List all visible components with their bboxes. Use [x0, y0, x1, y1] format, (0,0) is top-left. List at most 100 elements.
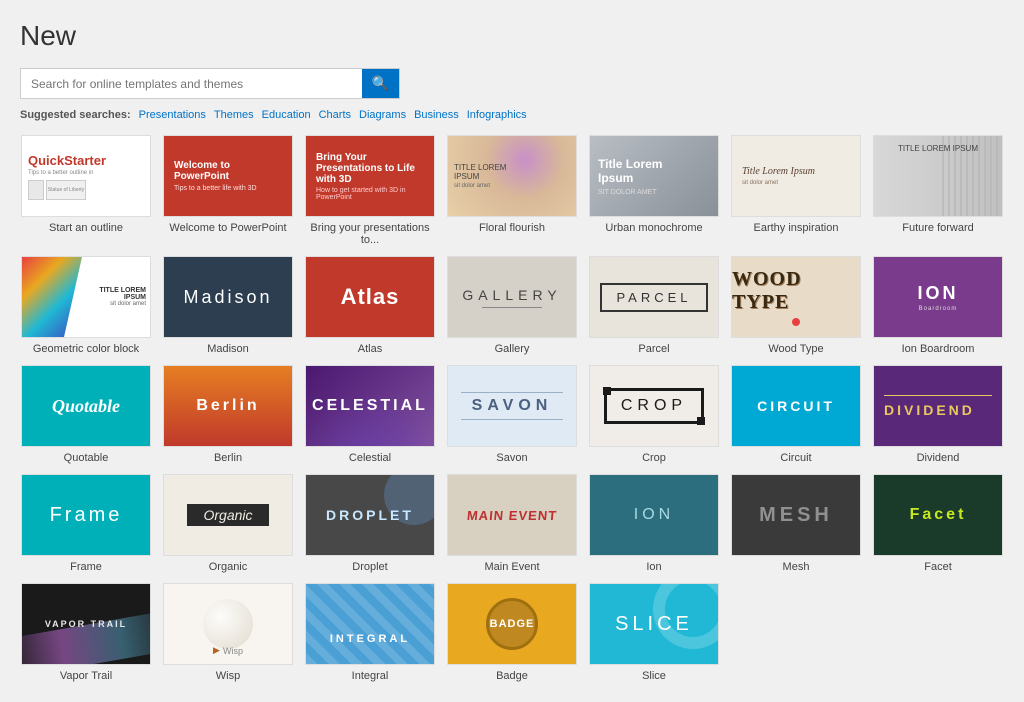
floral-lorem: TITLE LOREMIPSUM	[454, 163, 506, 181]
template-droplet-label: Droplet	[352, 561, 387, 573]
template-parcel[interactable]: PARCEL Parcel	[588, 256, 720, 355]
template-quickstarter[interactable]: QuickStarter Tips to a better outline in…	[20, 135, 152, 246]
qs-title: QuickStarter	[28, 153, 106, 168]
template-future-label: Future forward	[902, 222, 974, 234]
badge-circle: BADGE	[486, 598, 538, 650]
template-floral-label: Floral flourish	[479, 222, 545, 234]
qs-sub: Tips to a better outline in	[28, 170, 93, 176]
template-geometric-label: Geometric color block	[33, 343, 139, 355]
template-integral-label: Integral	[352, 670, 389, 682]
savon-text: SAVON	[472, 397, 553, 415]
suggestion-charts[interactable]: Charts	[319, 109, 351, 121]
template-geometric[interactable]: TITLE LOREMIPSUM sit dolor amet Geometri…	[20, 256, 152, 355]
bring-title: Bring Your Presentations to Life with 3D	[316, 152, 424, 185]
template-madison[interactable]: Madison Madison	[162, 256, 294, 355]
template-mesh[interactable]: MESH Mesh	[730, 474, 862, 573]
template-bring[interactable]: Bring Your Presentations to Life with 3D…	[304, 135, 436, 246]
template-earthy-label: Earthy inspiration	[754, 222, 839, 234]
celestial-text: CELESTIAL	[312, 397, 428, 415]
template-wisp[interactable]: ▶ Wisp Wisp	[162, 583, 294, 682]
dividend-text: DIVIDEND	[884, 402, 975, 418]
template-welcome-label: Welcome to PowerPoint	[169, 222, 286, 234]
template-slice-label: Slice	[642, 670, 666, 682]
template-vaportrail-label: Vapor Trail	[60, 670, 112, 682]
suggested-searches: Suggested searches: Presentations Themes…	[20, 109, 1004, 121]
circuit-text: CIRCUIT	[757, 398, 835, 414]
suggestion-themes[interactable]: Themes	[214, 109, 254, 121]
template-quotable[interactable]: Quotable Quotable	[20, 365, 152, 464]
template-celestial[interactable]: CELESTIAL Celestial	[304, 365, 436, 464]
template-crop[interactable]: CROP Crop	[588, 365, 720, 464]
search-input[interactable]	[21, 71, 362, 97]
template-earthy[interactable]: Title Lorem Ipsum sit dolor amet Earthy …	[730, 135, 862, 246]
page-title: New	[20, 20, 1004, 52]
suggestion-infographics[interactable]: Infographics	[467, 109, 527, 121]
template-circuit[interactable]: CIRCUIT Circuit	[730, 365, 862, 464]
woodtype-dot	[792, 318, 800, 326]
mainevent-text: MAIN EVENT	[466, 508, 557, 523]
template-slice[interactable]: SLICE Slice	[588, 583, 720, 682]
template-urban[interactable]: Title LoremIpsum SIT DOLOR AMET Urban mo…	[588, 135, 720, 246]
template-savon[interactable]: SAVON Savon	[446, 365, 578, 464]
geo-sub: sit dolor amet	[99, 301, 146, 307]
template-organic[interactable]: Organic Organic	[162, 474, 294, 573]
suggestion-diagrams[interactable]: Diagrams	[359, 109, 406, 121]
template-droplet[interactable]: DROPLET Droplet	[304, 474, 436, 573]
template-bring-label: Bring your presentations to...	[304, 222, 436, 246]
template-mesh-label: Mesh	[783, 561, 810, 573]
suggestion-presentations[interactable]: Presentations	[139, 109, 206, 121]
earthy-sub: sit dolor amet	[742, 180, 778, 186]
suggested-label: Suggested searches:	[20, 109, 131, 121]
template-dividend[interactable]: DIVIDEND Dividend	[872, 365, 1004, 464]
template-wisp-label: Wisp	[216, 670, 240, 682]
template-berlin[interactable]: Berlin Berlin	[162, 365, 294, 464]
template-ion2-label: Ion	[646, 561, 661, 573]
wisp-label-inner: ▶ Wisp	[213, 645, 243, 656]
crop-corner-br	[697, 417, 705, 425]
suggestion-education[interactable]: Education	[262, 109, 311, 121]
template-berlin-label: Berlin	[214, 452, 242, 464]
template-ionboardroom[interactable]: ION Boardroom Ion Boardroom	[872, 256, 1004, 355]
template-gallery-label: Gallery	[495, 343, 530, 355]
droplet-text: DROPLET	[326, 507, 414, 523]
urban-sub: SIT DOLOR AMET	[598, 189, 657, 196]
template-woodtype[interactable]: WOOD TYPE Wood Type	[730, 256, 862, 355]
template-future[interactable]: TITLE LOREM IPSUM Future forward	[872, 135, 1004, 246]
template-mainevent[interactable]: MAIN EVENT Main Event	[446, 474, 578, 573]
template-mainevent-label: Main Event	[484, 561, 539, 573]
welcome-title: Welcome to PowerPoint	[174, 160, 282, 182]
search-bar: 🔍	[20, 68, 400, 99]
template-frame-label: Frame	[70, 561, 102, 573]
template-frame[interactable]: Frame Frame	[20, 474, 152, 573]
template-facet[interactable]: Facet Facet	[872, 474, 1004, 573]
suggestion-business[interactable]: Business	[414, 109, 459, 121]
template-vaportrail[interactable]: VAPOR TRAIL Vapor Trail	[20, 583, 152, 682]
template-welcome[interactable]: Welcome to PowerPoint Tips to a better l…	[162, 135, 294, 246]
template-circuit-label: Circuit	[780, 452, 811, 464]
integral-text: INTEGRAL	[330, 633, 410, 645]
bring-sub: How to get started with 3D in PowerPoint	[316, 187, 424, 201]
template-urban-label: Urban monochrome	[605, 222, 702, 234]
template-crop-label: Crop	[642, 452, 666, 464]
quotable-text: Quotable	[52, 396, 120, 417]
template-gallery[interactable]: GALLERY Gallery	[446, 256, 578, 355]
template-madison-label: Madison	[207, 343, 249, 355]
template-atlas[interactable]: Atlas Atlas	[304, 256, 436, 355]
template-savon-label: Savon	[496, 452, 527, 464]
ion-sub: Boardroom	[919, 306, 958, 312]
template-ionboardroom-label: Ion Boardroom	[902, 343, 975, 355]
template-integral[interactable]: INTEGRAL Integral	[304, 583, 436, 682]
template-badge-label: Badge	[496, 670, 528, 682]
slice-text: SLICE	[615, 613, 693, 636]
template-floral[interactable]: TITLE LOREMIPSUM sit dolor amet Floral f…	[446, 135, 578, 246]
woodtype-text: WOOD TYPE	[732, 268, 860, 314]
frame-text: Frame	[50, 504, 123, 527]
ion2-text: ION	[634, 506, 674, 524]
crop-box: CROP	[604, 388, 704, 424]
template-badge[interactable]: BADGE Badge	[446, 583, 578, 682]
mesh-text: MESH	[759, 504, 833, 527]
floral-sub: sit dolor amet	[454, 183, 490, 189]
search-button[interactable]: 🔍	[362, 69, 399, 98]
parcel-box: PARCEL	[600, 283, 707, 312]
template-ion2[interactable]: ION Ion	[588, 474, 720, 573]
